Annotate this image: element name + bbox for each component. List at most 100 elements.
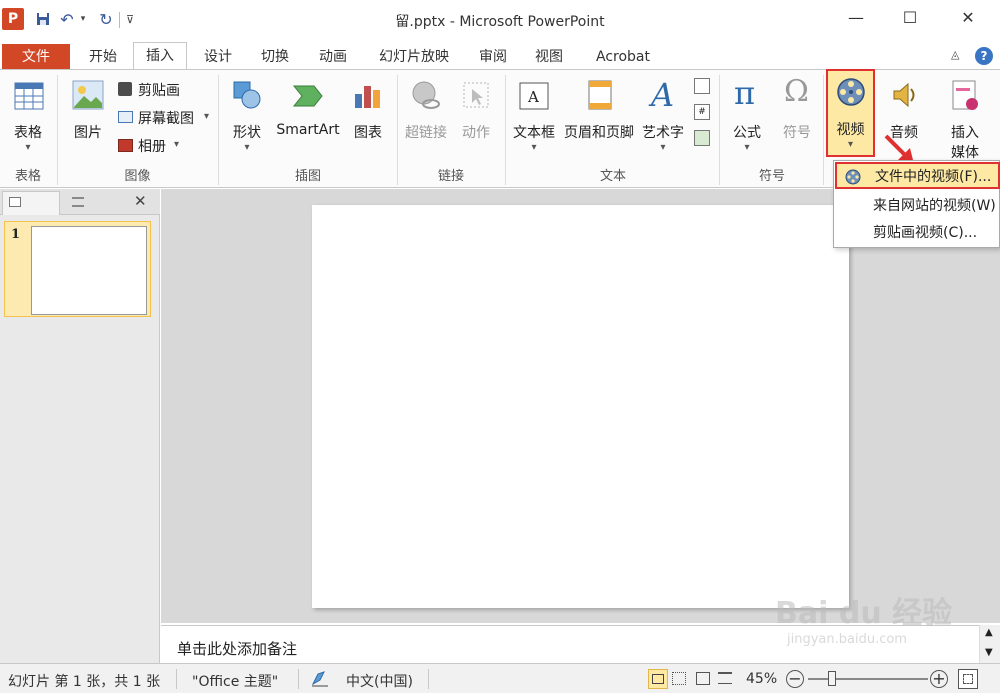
chart-button[interactable]: 图表 [346, 76, 390, 146]
status-bar: 幻灯片 第 1 张，共 1 张 "Office 主题" 中文(中国) 45% −… [0, 663, 1000, 693]
album-button[interactable]: 相册 ▾ [116, 136, 196, 156]
menu-item-video-from-file-label: 文件中的视频(F)... [875, 169, 992, 185]
scroll-up-icon[interactable]: ▲ [985, 627, 993, 638]
slideshow-view-icon[interactable] [718, 672, 732, 684]
minimize-button[interactable]: — [836, 8, 876, 32]
menu-item-video-from-web[interactable]: 来自网站的视频(W) [835, 193, 1000, 220]
symbol-label: 符号 [783, 125, 811, 141]
insert-media-button[interactable]: 插入 媒体 [936, 76, 994, 166]
close-pane-icon[interactable]: ✕ [134, 192, 147, 210]
watermark-logo: Bai du 经验 jingyan.baidu.com [775, 588, 975, 658]
maximize-button[interactable]: ☐ [890, 8, 930, 32]
textbox-dropdown-icon: ▾ [531, 142, 537, 153]
reading-view-icon[interactable] [696, 672, 710, 685]
header-footer-button[interactable]: 页眉和页脚 [560, 76, 638, 146]
slide-sorter-icon[interactable] [672, 672, 686, 685]
tab-transitions[interactable]: 切换 [250, 44, 300, 70]
menu-item-video-from-web-label: 来自网站的视频(W) [873, 198, 996, 214]
ribbon-tabs: 文件 开始 插入 设计 切换 动画 幻灯片放映 审阅 视图 Acrobat ◬ … [0, 40, 1000, 71]
insert-media-label-line1: 插入 [951, 125, 979, 141]
theme-status[interactable]: "Office 主题" [192, 671, 278, 691]
tab-file[interactable]: 文件 [2, 44, 70, 70]
collapse-ribbon-icon[interactable]: ◬ [951, 48, 959, 61]
screenshot-dropdown-icon: ▾ [204, 111, 210, 122]
tab-animations[interactable]: 动画 [308, 44, 358, 70]
svg-text:A: A [527, 88, 539, 106]
clipart-label: 剪贴画 [138, 83, 180, 99]
speaker-icon [893, 82, 915, 108]
outline-tab[interactable] [64, 191, 124, 215]
scroll-down-icon[interactable]: ▼ [985, 647, 993, 658]
status-separator [298, 669, 299, 689]
action-icon [463, 82, 489, 108]
zoom-in-icon[interactable]: + [930, 670, 948, 688]
close-button[interactable]: ✕ [948, 8, 988, 32]
screenshot-icon [118, 111, 133, 123]
slide-thumbnail-selected[interactable]: 1 [4, 221, 151, 317]
date-time-icon[interactable] [694, 78, 710, 94]
help-icon[interactable]: ? [975, 47, 993, 65]
watermark-text: Bai du 经验 [775, 596, 953, 631]
zoom-slider-track[interactable] [808, 678, 928, 680]
fit-to-window-icon[interactable] [958, 669, 978, 689]
video-button[interactable]: 视频 ▾ [826, 69, 875, 157]
tab-home[interactable]: 开始 [78, 44, 128, 70]
picture-button[interactable]: 图片 [64, 76, 112, 146]
tab-view[interactable]: 视图 [526, 44, 572, 70]
shape-button[interactable]: 形状 ▾ [224, 76, 270, 164]
notes-placeholder: 单击此处添加备注 [177, 640, 298, 658]
clipart-button[interactable]: 剪贴画 [116, 80, 196, 100]
table-dropdown-icon: ▾ [25, 142, 31, 153]
picture-label: 图片 [74, 125, 102, 141]
normal-view-icon[interactable] [648, 669, 668, 689]
header-footer-label: 页眉和页脚 [564, 125, 634, 141]
video-file-icon [845, 169, 861, 185]
menu-item-clipart-video[interactable]: 剪贴画视频(C)... [835, 220, 1000, 247]
menu-item-video-from-file[interactable]: 文件中的视频(F)... [835, 162, 1000, 189]
outline-tab-icon [72, 197, 84, 207]
group-label-image: 图像 [124, 169, 151, 184]
action-button[interactable]: 动作 [455, 76, 497, 146]
chart-label: 图表 [354, 125, 382, 141]
table-button[interactable]: 表格 ▾ [4, 76, 52, 164]
zoom-out-icon[interactable]: − [786, 670, 804, 688]
zoom-slider-thumb[interactable] [828, 671, 836, 686]
hyperlink-label: 超链接 [405, 125, 447, 141]
tab-acrobat[interactable]: Acrobat [584, 44, 662, 70]
slide-canvas[interactable] [312, 205, 849, 608]
language-status[interactable]: 中文(中国) [346, 671, 413, 691]
object-icon[interactable] [694, 130, 710, 146]
video-dropdown-icon: ▾ [847, 139, 854, 150]
wordart-icon: A [651, 76, 675, 114]
slide-number-icon[interactable]: # [694, 104, 710, 120]
spell-check-icon[interactable] [310, 670, 330, 688]
tab-review[interactable]: 审阅 [470, 44, 516, 70]
tab-insert[interactable]: 插入 [133, 42, 187, 71]
textbox-button[interactable]: A 文本框 ▾ [509, 76, 559, 164]
menu-item-clipart-video-label: 剪贴画视频(C)... [873, 225, 978, 241]
wordart-button[interactable]: A 艺术字 ▾ [639, 76, 687, 164]
picture-icon [72, 80, 104, 110]
zoom-level[interactable]: 45% [746, 671, 777, 687]
video-label: 视频 [836, 122, 865, 138]
chart-icon [355, 86, 380, 108]
group-label-symbol: 符号 [758, 169, 785, 184]
tab-slideshow[interactable]: 幻灯片放映 [366, 44, 462, 70]
slides-tab[interactable] [2, 191, 60, 215]
group-separator [823, 75, 824, 185]
group-separator [57, 75, 58, 185]
title-bar: P ↶ ▾ ↻ ⊽ 留.pptx - Microsoft PowerPoint … [0, 0, 1000, 40]
group-label-illustration: 插图 [294, 169, 321, 184]
group-separator [397, 75, 398, 185]
screenshot-button[interactable]: 屏幕截图 ▾ [116, 108, 216, 128]
symbol-button[interactable]: Ω 符号 [774, 74, 820, 146]
smartart-button[interactable]: SmartArt [272, 76, 344, 146]
header-footer-icon [588, 80, 612, 110]
hyperlink-button[interactable]: 超链接 [401, 76, 451, 146]
equation-button[interactable]: π 公式 ▾ [724, 74, 770, 164]
tab-design[interactable]: 设计 [193, 44, 243, 70]
shape-label: 形状 [233, 125, 261, 141]
vertical-scrollbar[interactable]: ▲ ▼ [979, 625, 1000, 663]
status-separator [428, 669, 429, 689]
clipart-icon [118, 82, 132, 96]
